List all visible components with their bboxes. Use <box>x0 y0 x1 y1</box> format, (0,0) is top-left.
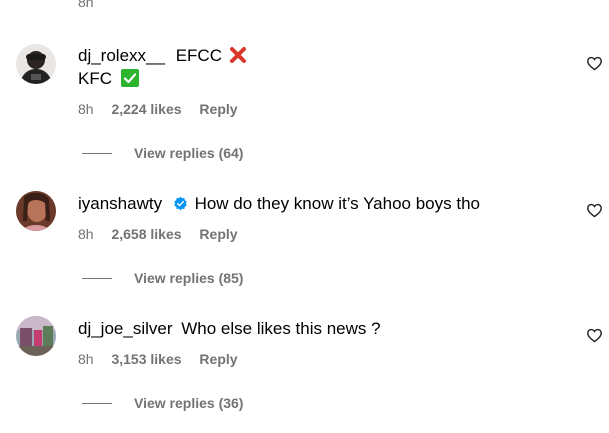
comment-meta: 8h 2,658 likes Reply <box>78 226 252 242</box>
comment-username[interactable]: iyanshawty <box>78 194 162 213</box>
comment-likes[interactable]: 3,153 likes <box>111 351 181 367</box>
comments-panel: 8h dj_rolexx__ EFCC KFC 8h 2,224 likes R… <box>0 0 609 433</box>
comment-time: 8h <box>78 226 94 242</box>
comment-username[interactable]: dj_rolexx__ <box>78 46 165 65</box>
verified-badge-icon <box>174 196 187 211</box>
reply-button[interactable]: Reply <box>199 226 237 242</box>
comment-text: dj_rolexx__ EFCC <box>78 45 247 67</box>
replies-divider <box>82 277 112 279</box>
comment-text: dj_joe_silver Who else likes this news ? <box>78 318 381 340</box>
view-replies-label: View replies (85) <box>134 270 244 286</box>
comment-username[interactable]: dj_joe_silver <box>78 319 173 338</box>
view-replies-button[interactable]: View replies (64) <box>82 145 243 161</box>
view-replies-button[interactable]: View replies (36) <box>82 395 243 411</box>
replies-divider <box>82 152 112 154</box>
comment-body-line1: EFCC <box>175 46 222 65</box>
replies-divider <box>82 402 112 404</box>
comment-likes[interactable]: 2,658 likes <box>111 226 181 242</box>
comment-likes[interactable]: 2,224 likes <box>111 101 181 117</box>
comment-body: How do they know it’s Yahoo boys tho <box>194 194 480 213</box>
heart-icon[interactable] <box>586 327 603 344</box>
comment-text-line2: KFC <box>78 68 139 90</box>
comment-time: 8h <box>78 351 94 367</box>
cross-mark-icon <box>229 47 246 63</box>
view-replies-label: View replies (64) <box>134 145 244 161</box>
heart-icon[interactable] <box>586 202 603 219</box>
reply-button[interactable]: Reply <box>199 351 237 367</box>
avatar[interactable] <box>16 44 56 84</box>
comment-meta: 8h 3,153 likes Reply <box>78 351 252 367</box>
view-replies-label: View replies (36) <box>134 395 244 411</box>
view-replies-button[interactable]: View replies (85) <box>82 270 243 286</box>
comment-text: iyanshawty How do they know it’s Yahoo b… <box>78 193 480 215</box>
comment-body: Who else likes this news ? <box>181 319 381 338</box>
previous-comment-time: 8h <box>78 0 94 10</box>
comment-body-line2: KFC <box>78 69 112 88</box>
avatar[interactable] <box>16 316 56 356</box>
comment-time: 8h <box>78 101 94 117</box>
check-mark-icon <box>120 69 139 87</box>
heart-icon[interactable] <box>586 55 603 72</box>
reply-button[interactable]: Reply <box>199 101 237 117</box>
comment-meta: 8h 2,224 likes Reply <box>78 101 252 117</box>
avatar[interactable] <box>16 191 56 231</box>
